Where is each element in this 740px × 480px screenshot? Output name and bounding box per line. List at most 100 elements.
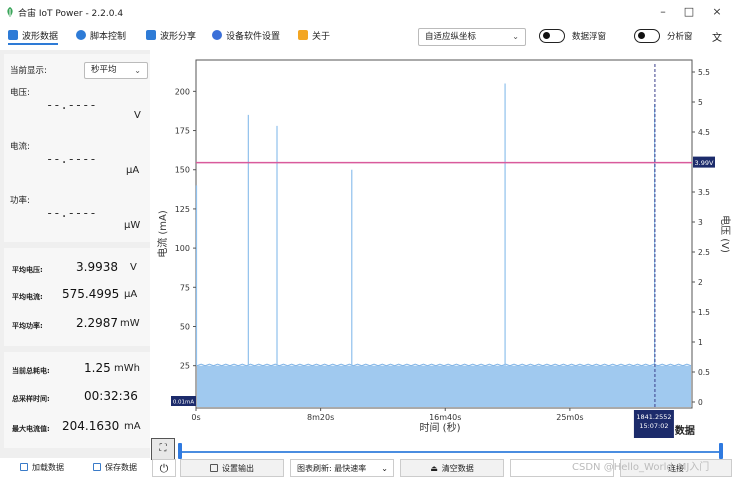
save-data-button[interactable]: 保存数据 [82, 459, 148, 477]
y-right-axis-label: 电压 (V) [719, 215, 732, 253]
app-logo-icon [7, 7, 13, 17]
sample-time-value: 00:32:36 [84, 389, 138, 403]
y-right-tick-label: 5.5 [698, 68, 710, 77]
watermark: CSDN @Hello_World_MJ入门 [572, 462, 710, 473]
tab-label: 波形分享 [160, 32, 197, 42]
current-unit: μA [126, 165, 140, 176]
total-energy-label: 当前总耗电: [12, 367, 50, 375]
display-mode-select[interactable]: 秒平均 ⌄ [84, 62, 148, 79]
y-left-tick-label: 50 [180, 322, 190, 331]
avg-power-label: 平均功率: [12, 322, 43, 330]
fullscreen-button[interactable]: ⛶ [151, 438, 175, 460]
y-left-tick-label: 75 [180, 283, 190, 292]
total-energy-unit: mWh [114, 363, 140, 374]
avg-power-unit: mW [120, 318, 140, 329]
display-mode-label: 当前显示: [10, 66, 47, 76]
power-unit: μW [124, 220, 141, 231]
slider-handle-left[interactable] [178, 443, 182, 459]
y-right-tick-label: 1 [698, 338, 703, 347]
tab-about[interactable]: 关于 [298, 29, 330, 45]
output-settings-button[interactable]: 设置输出 [180, 459, 284, 477]
button-label: 加载数据 [32, 463, 64, 472]
close-button[interactable]: × [706, 4, 728, 20]
share-icon [146, 30, 156, 40]
time-range-slider[interactable] [178, 451, 722, 453]
title-bar: 合宙 IoT Power - 2.2.0.4 – □ × [0, 0, 740, 24]
y-left-tick-label: 175 [175, 127, 190, 136]
x-axis-ticks: 0s 8m20s 16m40s 25m0s [191, 408, 583, 422]
script-icon [76, 30, 86, 40]
tab-waveform-share[interactable]: 波形分享 [146, 29, 196, 45]
tab-label: 设备软件设置 [226, 32, 281, 42]
y-right-tick-label: 1.5 [698, 308, 710, 317]
cursor-extra-label: 数据 [675, 424, 695, 437]
x-tick-label: 25m0s [556, 413, 583, 422]
button-label: 设置输出 [222, 464, 254, 473]
sidebar: 当前显示: 秒平均 ⌄ 电压: --.---- V 电流: --.---- μA… [0, 50, 150, 458]
settings-icon [212, 30, 222, 40]
tab-script-control[interactable]: 脚本控制 [76, 29, 126, 45]
totals-panel: 当前总耗电: 1.25 mWh 总采样时间: 00:32:36 最大电流值: 2… [4, 352, 150, 448]
analysis-window-toggle[interactable] [634, 29, 660, 43]
minimize-button[interactable]: – [652, 4, 674, 20]
tab-device-settings[interactable]: 设备软件设置 [212, 29, 280, 45]
voltage-badge-label: 3.99V [695, 159, 714, 167]
tab-label: 关于 [312, 32, 331, 42]
analysis-window-label: 分析窗 [667, 32, 693, 42]
y-left-axis-label: 电流 (mA) [156, 210, 169, 258]
avg-power-value: 2.2987 [76, 316, 118, 330]
current-noise-band [197, 365, 691, 407]
cursor-time-value: 15:07:02 [639, 422, 668, 430]
button-label: 保存数据 [105, 463, 137, 472]
tab-waveform-data[interactable]: 波形数据 [8, 29, 59, 45]
y-right-tick-label: 3 [698, 218, 703, 227]
x-axis-label: 时间 (秒) [420, 421, 461, 434]
toggle-knob [638, 32, 645, 39]
tab-label: 波形数据 [22, 32, 59, 42]
window-title: 合宙 IoT Power - 2.2.0.4 [18, 9, 124, 19]
avg-current-label: 平均电流: [12, 293, 43, 301]
select-value: 自适应纵坐标 [425, 32, 477, 42]
voltage-label: 电压: [10, 88, 30, 98]
y-right-tick-label: 0 [698, 398, 703, 407]
select-value: 图表刷新: 最快速率 [297, 464, 367, 473]
data-float-label: 数据浮窗 [572, 32, 607, 42]
y-right-tick-label: 0.5 [698, 368, 710, 377]
chevron-down-icon: ⌄ [512, 32, 519, 41]
cursor-x-value: 1841.2552 [636, 413, 671, 421]
power-label: 功率: [10, 196, 30, 206]
avg-voltage-unit: V [130, 262, 137, 273]
maximize-button[interactable]: □ [678, 4, 700, 20]
chevron-down-icon: ⌄ [134, 66, 141, 75]
info-icon [298, 30, 308, 40]
clear-data-button[interactable]: ⏏ 清空数据 [400, 459, 504, 477]
avg-current-unit: μA [124, 289, 138, 300]
expand-icon: ⛶ [159, 443, 167, 454]
y-left-tick-label: 150 [175, 166, 190, 175]
language-icon[interactable]: 文 [712, 29, 722, 44]
avg-voltage-value: 3.9938 [76, 260, 118, 274]
voltage-unit: V [134, 110, 141, 121]
waveform-chart[interactable]: 3.99V 0.01mA 1841.255215:07:02 数据 0s 8m20s 1… [150, 50, 740, 442]
x-tick-label: 8m20s [307, 413, 334, 422]
total-energy-value: 1.25 [84, 361, 111, 375]
y-right-axis-ticks: 0 0.5 1 1.5 2 2.5 3 3.5 4.5 5 5.5 [692, 68, 710, 407]
y-right-tick-label: 4.5 [698, 128, 710, 137]
current-value: --.---- [46, 152, 97, 166]
avg-current-value: 575.4995 [62, 287, 120, 301]
chevron-down-icon: ⌄ [381, 464, 388, 473]
chart-refresh-select[interactable]: 图表刷新: 最快速率 ⌄ [290, 459, 394, 477]
max-current-label: 最大电流值: [12, 425, 50, 433]
y-left-tick-label: 125 [175, 205, 190, 214]
y-axis-mode-select[interactable]: 自适应纵坐标 ⌄ [418, 28, 526, 46]
slider-handle-right[interactable] [719, 443, 723, 459]
power-button[interactable]: ⏻ [152, 459, 176, 477]
y-left-tick-label: 25 [180, 362, 190, 371]
avg-voltage-label: 平均电压: [12, 266, 43, 274]
output-icon [210, 464, 218, 472]
data-float-toggle[interactable] [539, 29, 565, 43]
load-data-button[interactable]: 加载数据 [8, 459, 76, 477]
average-panel: 平均电压: 3.9938 V 平均电流: 575.4995 μA 平均功率: 2… [4, 248, 150, 346]
toolbar: 波形数据 脚本控制 波形分享 设备软件设置 关于 [0, 24, 740, 50]
max-current-unit: mA [124, 421, 141, 432]
